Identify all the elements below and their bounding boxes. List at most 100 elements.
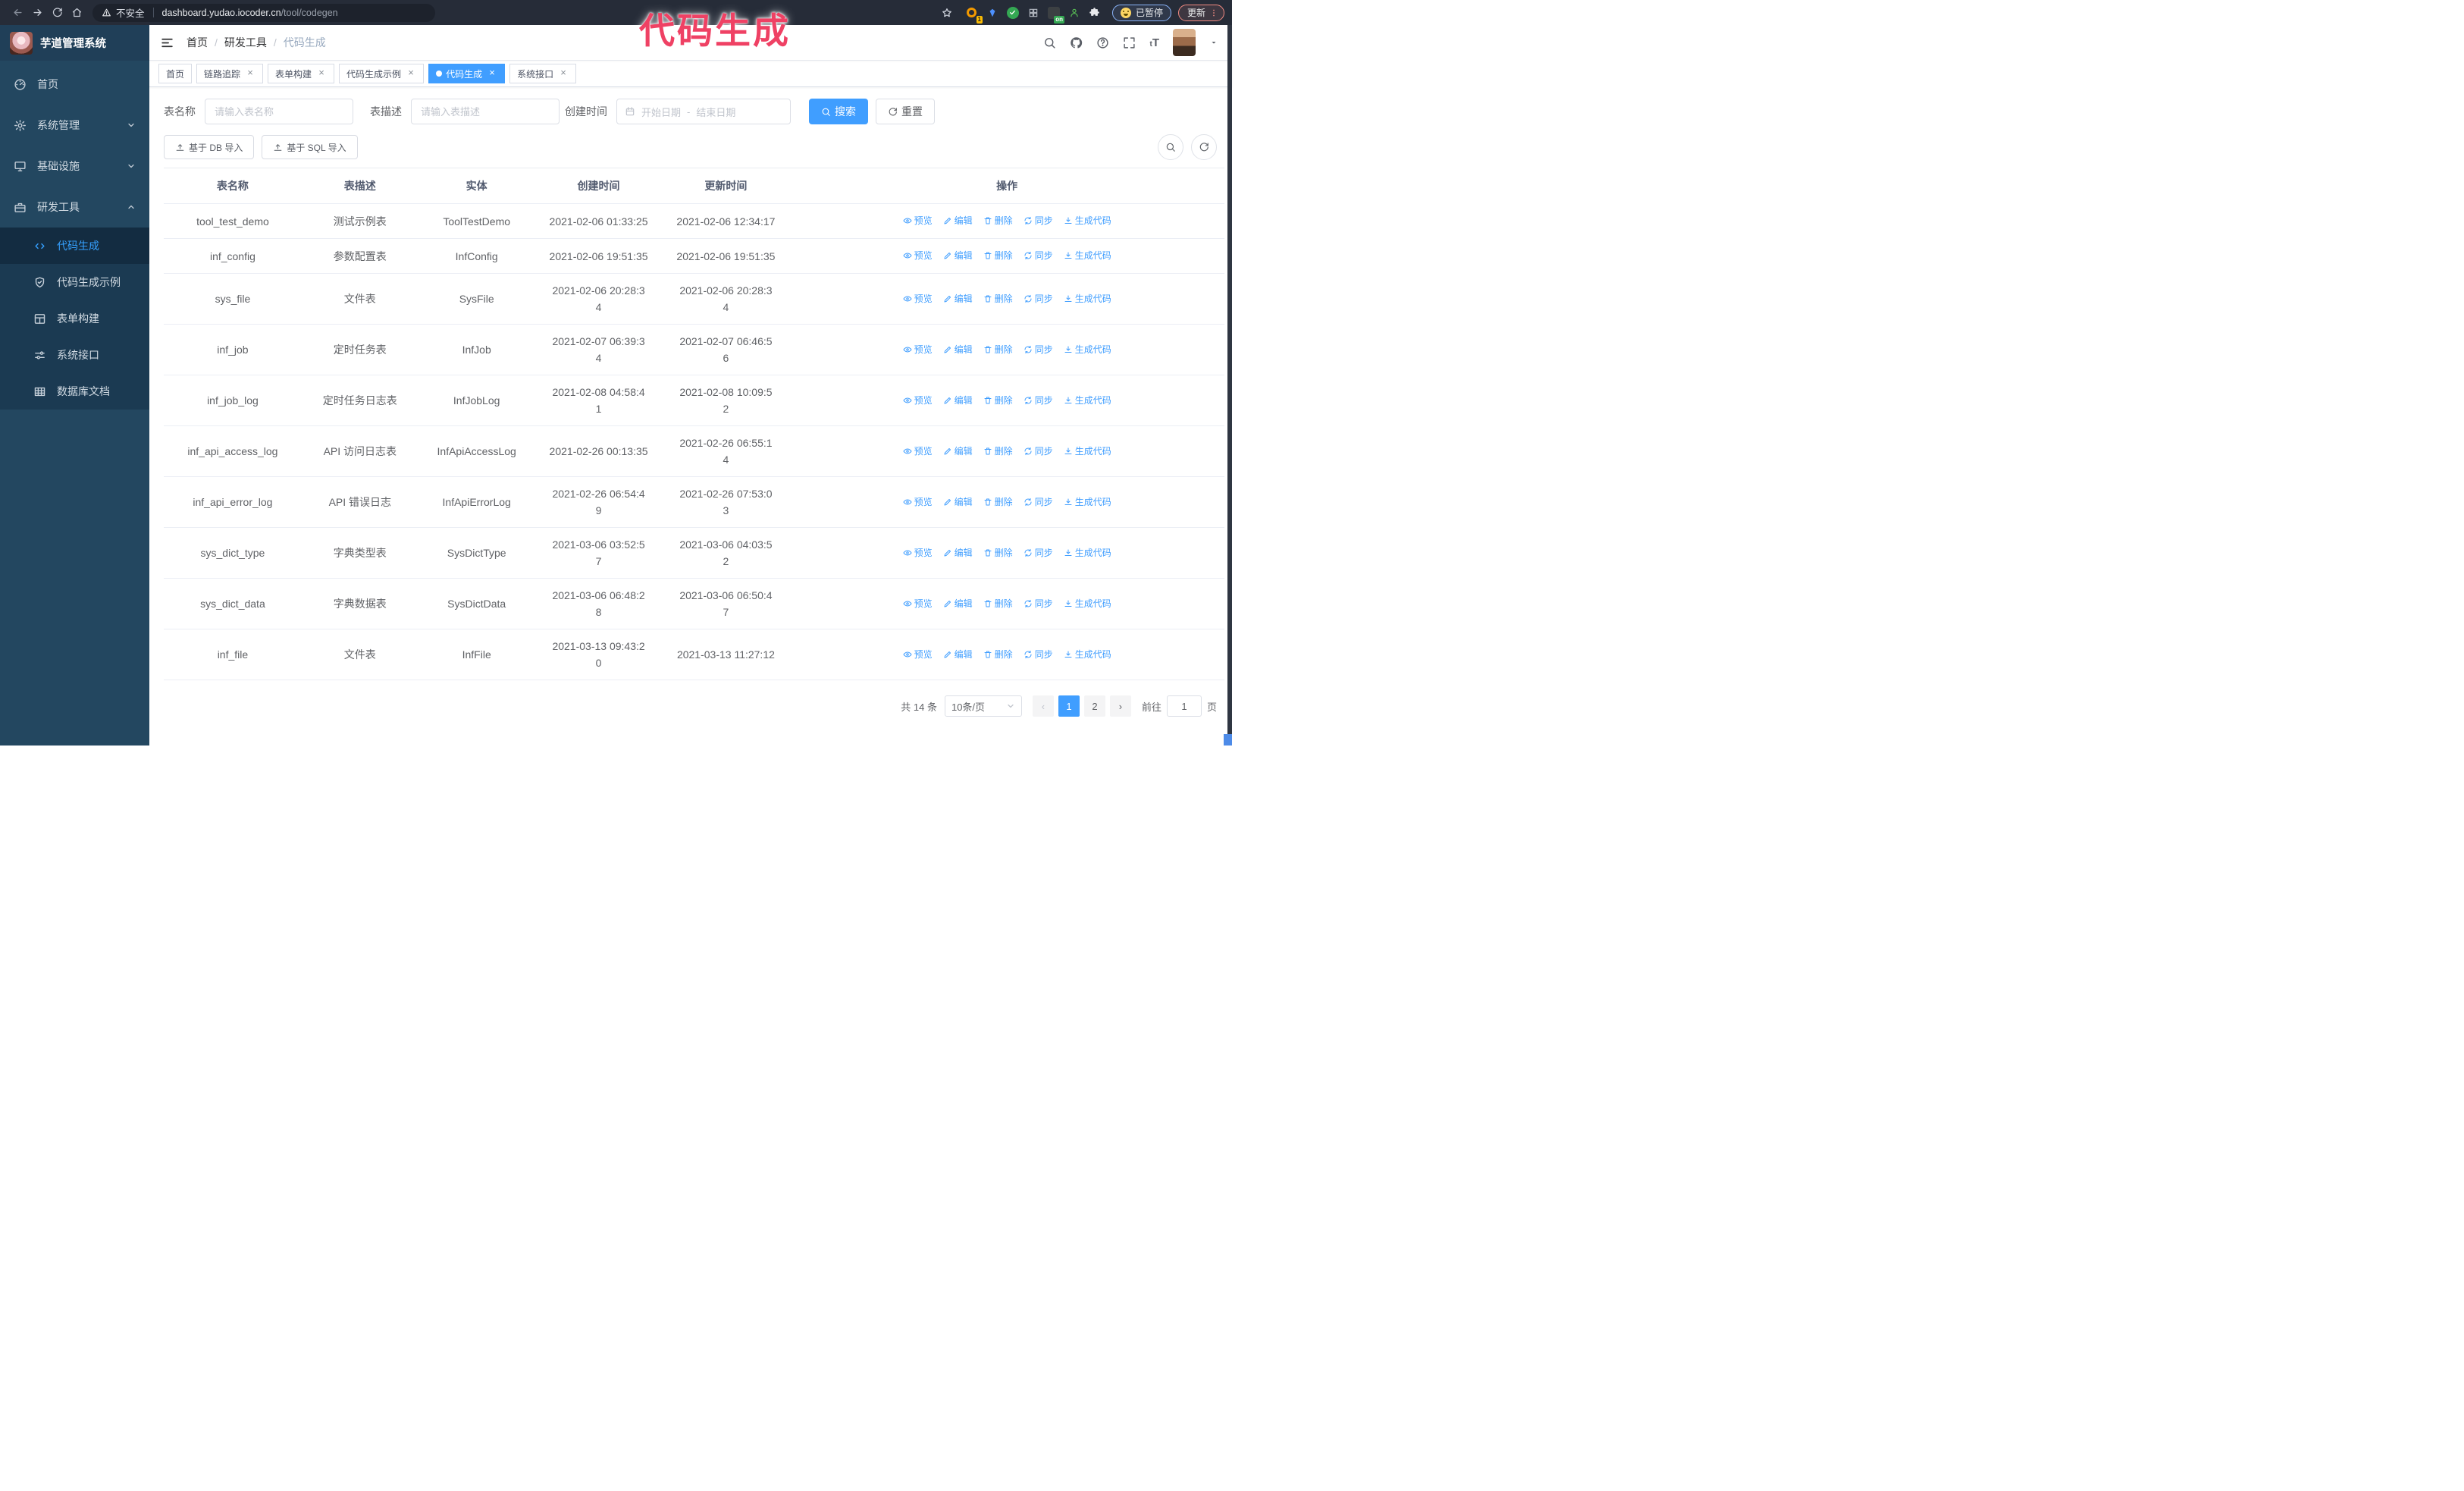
tab-home[interactable]: 首页 — [158, 64, 193, 83]
action-preview[interactable]: 预览 — [903, 443, 933, 460]
action-sync[interactable]: 同步 — [1024, 392, 1053, 409]
caret-down-icon[interactable] — [1209, 38, 1218, 47]
action-edit[interactable]: 编辑 — [943, 247, 973, 264]
page-size-select[interactable]: 10条/页 — [944, 695, 1022, 717]
action-edit[interactable]: 编辑 — [943, 443, 973, 460]
page-button-1[interactable]: 1 — [1058, 695, 1080, 717]
extension-dark[interactable]: on — [1045, 5, 1064, 24]
action-preview[interactable]: 预览 — [903, 545, 933, 561]
import-db-button[interactable]: 基于 DB 导入 — [164, 135, 255, 159]
search-button[interactable]: 搜索 — [809, 99, 868, 124]
sidebar-toggle-button[interactable] — [160, 36, 174, 50]
close-icon[interactable]: × — [245, 67, 255, 79]
browser-home-button[interactable] — [67, 3, 86, 23]
action-delete[interactable]: 删除 — [983, 341, 1013, 358]
action-preview[interactable]: 预览 — [903, 646, 933, 663]
action-generate[interactable]: 生成代码 — [1064, 494, 1111, 510]
action-delete[interactable]: 删除 — [983, 646, 1013, 663]
sidebar-item-codegen-example[interactable]: 代码生成示例 — [0, 264, 149, 300]
close-icon[interactable]: × — [487, 67, 497, 79]
page-button-2[interactable]: 2 — [1083, 695, 1105, 717]
action-delete[interactable]: 删除 — [983, 443, 1013, 460]
table-desc-input[interactable] — [411, 99, 560, 124]
action-edit[interactable]: 编辑 — [943, 494, 973, 510]
browser-back-button[interactable] — [8, 3, 27, 23]
date-range-picker[interactable]: 开始日期 - 结束日期 — [616, 99, 791, 124]
action-edit[interactable]: 编辑 — [943, 341, 973, 358]
profile-paused-chip[interactable]: 已暂停 — [1111, 4, 1171, 21]
search-icon[interactable] — [1043, 36, 1056, 49]
window-scrollbar[interactable] — [1227, 25, 1232, 746]
action-delete[interactable]: 删除 — [983, 247, 1013, 264]
sidebar-item-system-manage[interactable]: 系统管理 — [0, 105, 149, 146]
action-generate[interactable]: 生成代码 — [1064, 443, 1111, 460]
action-generate[interactable]: 生成代码 — [1064, 595, 1111, 612]
action-sync[interactable]: 同步 — [1024, 646, 1053, 663]
close-icon[interactable]: × — [558, 67, 569, 79]
extension-android[interactable] — [1066, 5, 1083, 21]
action-sync[interactable]: 同步 — [1024, 443, 1053, 460]
browser-update-button[interactable]: 更新 — [1177, 4, 1224, 21]
action-preview[interactable]: 预览 — [903, 341, 933, 358]
bookmark-button[interactable] — [937, 3, 957, 23]
action-sync[interactable]: 同步 — [1024, 212, 1053, 229]
extension-green-check[interactable] — [1005, 5, 1021, 21]
action-delete[interactable]: 删除 — [983, 595, 1013, 612]
action-edit[interactable]: 编辑 — [943, 646, 973, 663]
reset-button[interactable]: 重置 — [876, 99, 935, 124]
action-sync[interactable]: 同步 — [1024, 290, 1053, 307]
sidebar-item-codegen[interactable]: 代码生成 — [0, 228, 149, 264]
action-generate[interactable]: 生成代码 — [1064, 646, 1111, 663]
action-sync[interactable]: 同步 — [1024, 247, 1053, 264]
action-edit[interactable]: 编辑 — [943, 212, 973, 229]
action-sync[interactable]: 同步 — [1024, 341, 1053, 358]
action-preview[interactable]: 预览 — [903, 494, 933, 510]
extension-gem[interactable] — [984, 5, 1001, 21]
extension-orange[interactable]: 1 — [964, 5, 983, 24]
tab-form-builder[interactable]: 表单构建 × — [268, 64, 335, 83]
action-preview[interactable]: 预览 — [903, 290, 933, 307]
address-bar[interactable]: 不安全 dashboard.yudao.iocoder.cn/tool/code… — [92, 3, 435, 22]
tab-trace[interactable]: 链路追踪 × — [196, 64, 264, 83]
github-icon[interactable] — [1070, 36, 1083, 49]
goto-page-input[interactable] — [1166, 695, 1202, 717]
extensions-menu-button[interactable] — [1086, 5, 1103, 21]
action-edit[interactable]: 编辑 — [943, 595, 973, 612]
prev-page-button[interactable]: ‹ — [1032, 695, 1054, 717]
action-generate[interactable]: 生成代码 — [1064, 341, 1111, 358]
action-delete[interactable]: 删除 — [983, 494, 1013, 510]
action-edit[interactable]: 编辑 — [943, 290, 973, 307]
font-size-button[interactable]: tT — [1149, 37, 1159, 49]
action-sync[interactable]: 同步 — [1024, 595, 1053, 612]
action-generate[interactable]: 生成代码 — [1064, 247, 1111, 264]
tab-codegen-example[interactable]: 代码生成示例 × — [339, 64, 425, 83]
refresh-list-button[interactable] — [1191, 134, 1217, 160]
breadcrumb-item[interactable]: 首页 — [187, 35, 208, 50]
fullscreen-icon[interactable] — [1123, 36, 1136, 49]
close-icon[interactable]: × — [406, 67, 416, 79]
action-generate[interactable]: 生成代码 — [1064, 545, 1111, 561]
sidebar-item-system-api[interactable]: 系统接口 — [0, 337, 149, 373]
action-generate[interactable]: 生成代码 — [1064, 290, 1111, 307]
sidebar-item-infrastructure[interactable]: 基础设施 — [0, 146, 149, 187]
sidebar-item-home[interactable]: 首页 — [0, 64, 149, 105]
action-preview[interactable]: 预览 — [903, 392, 933, 409]
extension-grid[interactable] — [1025, 5, 1042, 21]
table-name-input[interactable] — [205, 99, 353, 124]
action-generate[interactable]: 生成代码 — [1064, 212, 1111, 229]
action-delete[interactable]: 删除 — [983, 212, 1013, 229]
sidebar-item-form-builder[interactable]: 表单构建 — [0, 300, 149, 337]
app-logo-row[interactable]: 芋道管理系统 — [0, 25, 149, 61]
browser-reload-button[interactable] — [47, 3, 67, 23]
sidebar-item-db-doc[interactable]: 数据库文档 — [0, 373, 149, 410]
action-edit[interactable]: 编辑 — [943, 545, 973, 561]
action-generate[interactable]: 生成代码 — [1064, 392, 1111, 409]
action-preview[interactable]: 预览 — [903, 247, 933, 264]
browser-forward-button[interactable] — [27, 3, 47, 23]
action-delete[interactable]: 删除 — [983, 545, 1013, 561]
action-sync[interactable]: 同步 — [1024, 494, 1053, 510]
tab-system-api[interactable]: 系统接口 × — [509, 64, 577, 83]
tab-codegen[interactable]: 代码生成 × — [428, 64, 506, 83]
close-icon[interactable]: × — [316, 67, 327, 79]
action-preview[interactable]: 预览 — [903, 595, 933, 612]
